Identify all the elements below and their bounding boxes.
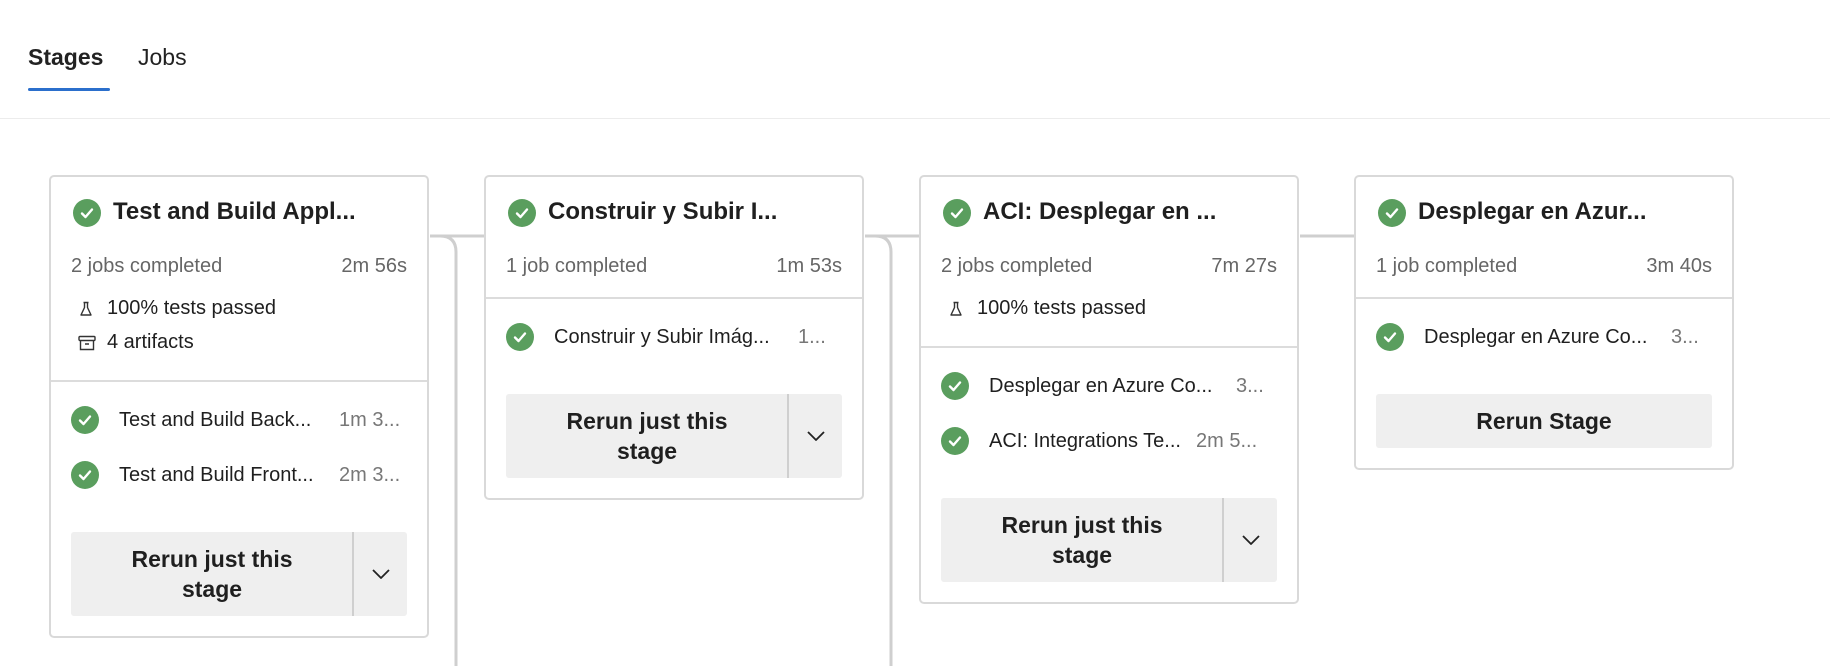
job-row[interactable]: Test and Build Front... 2m 3... [71, 461, 407, 491]
rerun-stage-button[interactable]: Rerun just this stage [71, 532, 407, 616]
job-row[interactable]: Desplegar en Azure Co... 3... [1376, 323, 1712, 353]
success-check-icon [71, 406, 99, 434]
chevron-down-icon [1241, 535, 1260, 545]
jobs-completed-text: 1 job completed [1376, 255, 1518, 277]
stage-title[interactable]: Construir y Subir I... [548, 198, 852, 226]
jobs-completed-text: 1 job completed [506, 255, 648, 277]
stage-card[interactable]: Desplegar en Azur... 1 job completed 3m … [1354, 175, 1734, 470]
rerun-button-label[interactable]: Rerun Stage [1376, 394, 1712, 448]
job-name: Construir y Subir Imág... [554, 326, 770, 348]
tests-summary[interactable]: 100% tests passed [77, 297, 276, 320]
jobs-completed-text: 2 jobs completed [71, 255, 223, 277]
success-check-icon [943, 199, 971, 227]
stage-title[interactable]: Test and Build Appl... [113, 198, 417, 226]
rerun-stage-button[interactable]: Rerun Stage [1376, 394, 1712, 448]
divider [921, 346, 1297, 348]
job-duration: 3... [1236, 375, 1264, 397]
rerun-options-dropdown[interactable] [789, 394, 842, 478]
stage-title[interactable]: Desplegar en Azur... [1418, 198, 1722, 226]
chevron-down-icon [806, 431, 825, 441]
job-name: ACI: Integrations Te... [989, 430, 1181, 452]
divider [51, 380, 427, 382]
divider [486, 297, 862, 299]
beaker-icon [947, 300, 977, 318]
beaker-icon [77, 300, 107, 318]
job-row[interactable]: Construir y Subir Imág... 1... [506, 323, 842, 353]
success-check-icon [73, 199, 101, 227]
stage-summary: 1 job completed 3m 40s [1376, 255, 1712, 278]
stage-duration: 1m 53s [776, 255, 842, 277]
stage-duration: 3m 40s [1646, 255, 1712, 277]
stage-card[interactable]: ACI: Desplegar en ... 2 jobs completed 7… [919, 175, 1299, 604]
rerun-button-label[interactable]: Rerun just this stage [71, 532, 353, 616]
rerun-options-dropdown[interactable] [1224, 498, 1277, 582]
rerun-button-label[interactable]: Rerun just this stage [506, 394, 788, 478]
job-row[interactable]: Desplegar en Azure Co... 3... [941, 372, 1277, 402]
stage-duration: 7m 27s [1211, 255, 1277, 277]
success-check-icon [941, 427, 969, 455]
job-name: Test and Build Back... [119, 409, 312, 431]
job-name: Desplegar en Azure Co... [989, 375, 1213, 397]
stage-summary: 1 job completed 1m 53s [506, 255, 842, 278]
job-duration: 1m 3... [339, 409, 401, 431]
success-check-icon [71, 461, 99, 489]
rerun-stage-button[interactable]: Rerun just this stage [506, 394, 842, 478]
artifacts-summary[interactable]: 4 artifacts [77, 331, 194, 354]
success-check-icon [506, 323, 534, 351]
success-check-icon [508, 199, 536, 227]
job-name: Test and Build Front... [119, 464, 314, 486]
stage-card[interactable]: Test and Build Appl... 2 jobs completed … [49, 175, 429, 638]
job-row[interactable]: ACI: Integrations Te... 2m 5... [941, 427, 1277, 457]
rerun-stage-button[interactable]: Rerun just this stage [941, 498, 1277, 582]
rerun-options-dropdown[interactable] [354, 532, 407, 616]
stage-title[interactable]: ACI: Desplegar en ... [983, 198, 1287, 226]
artifacts-text: 4 artifacts [107, 331, 194, 353]
chevron-down-icon [371, 569, 390, 579]
connector-line [865, 234, 893, 666]
job-duration: 3... [1671, 326, 1699, 348]
job-duration: 1... [798, 326, 826, 348]
tests-passed-text: 100% tests passed [107, 297, 276, 319]
tests-summary[interactable]: 100% tests passed [947, 297, 1146, 320]
archive-icon [77, 334, 107, 352]
job-row[interactable]: Test and Build Back... 1m 3... [71, 406, 407, 436]
job-duration: 2m 3... [339, 464, 401, 486]
rerun-button-label[interactable]: Rerun just this stage [941, 498, 1223, 582]
success-check-icon [941, 372, 969, 400]
stage-duration: 2m 56s [341, 255, 407, 277]
connector-line [430, 234, 458, 666]
stage-summary: 2 jobs completed 7m 27s [941, 255, 1277, 278]
jobs-completed-text: 2 jobs completed [941, 255, 1093, 277]
success-check-icon [1376, 323, 1404, 351]
tests-passed-text: 100% tests passed [977, 297, 1146, 319]
stage-card[interactable]: Construir y Subir I... 1 job completed 1… [484, 175, 864, 500]
job-name: Desplegar en Azure Co... [1424, 326, 1648, 348]
job-duration: 2m 5... [1196, 430, 1258, 452]
success-check-icon [1378, 199, 1406, 227]
divider [1356, 297, 1732, 299]
stage-summary: 2 jobs completed 2m 56s [71, 255, 407, 278]
